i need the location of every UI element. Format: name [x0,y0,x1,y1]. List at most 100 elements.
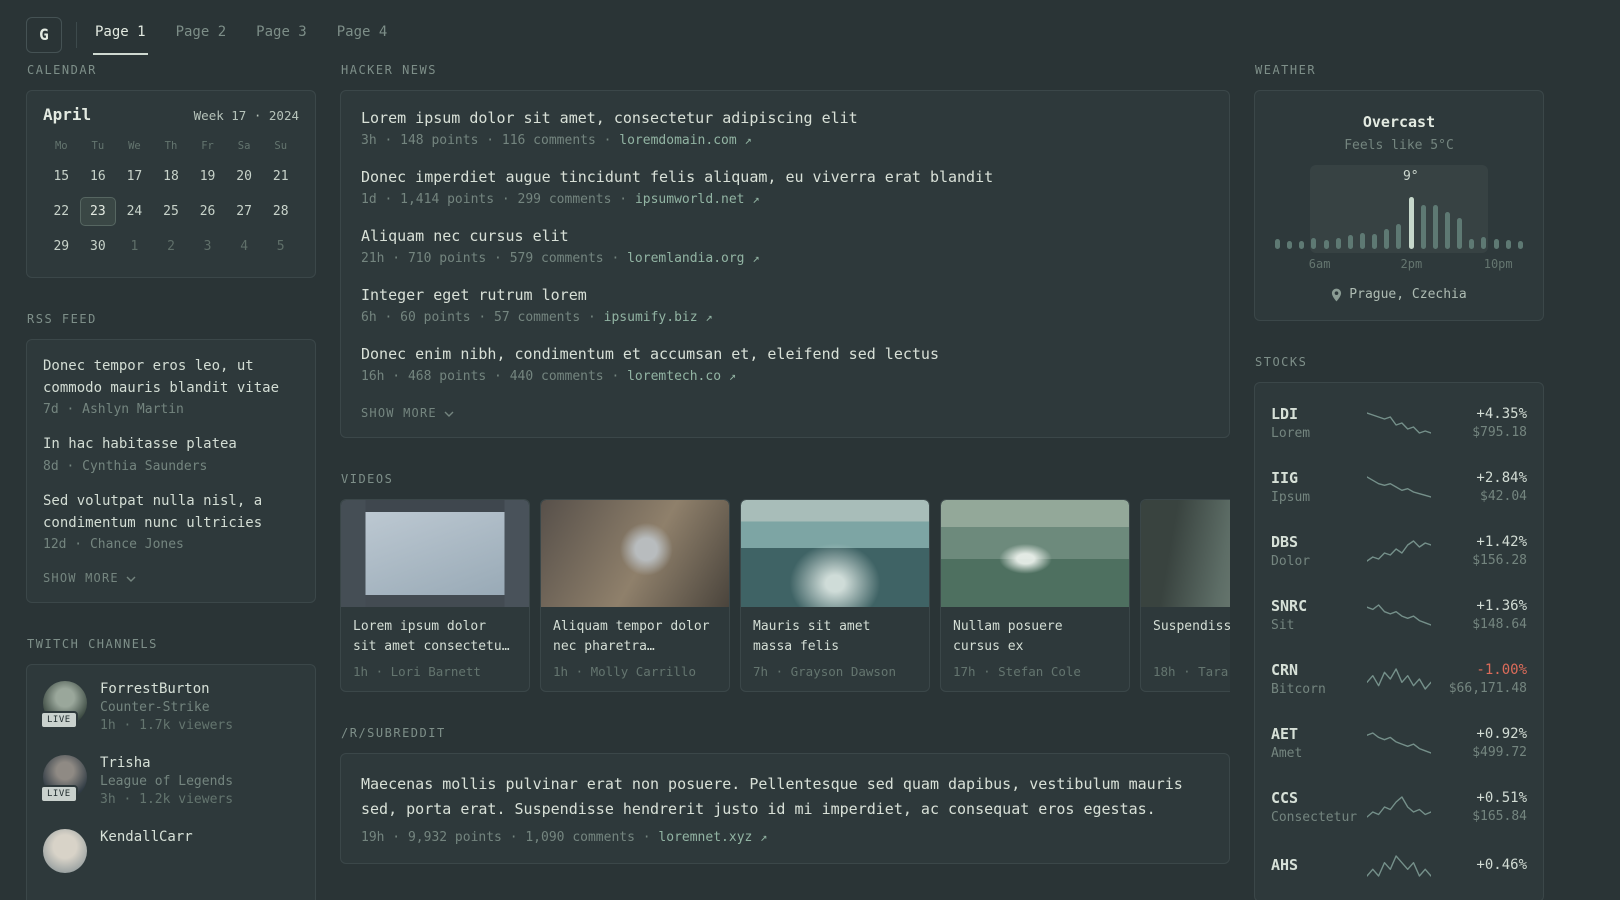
stock-price: $148.64 [1472,617,1527,632]
channel-info: KendallCarr [100,829,193,873]
live-badge: LIVE [40,785,78,804]
weather-time-label: 6am [1308,257,1331,271]
hn-source-link[interactable]: ipsumify.biz ↗ [604,310,713,325]
video-card[interactable]: Aliquam tempor dolor nec pharetra… 1h · … [540,499,730,692]
stock-row[interactable]: CRN Bitcorn -1.00% $66,171.48 [1271,647,1527,711]
calendar-day[interactable]: 3 [189,232,226,261]
stock-row[interactable]: AET Amet +0.92% $499.72 [1271,711,1527,775]
calendar-day[interactable]: 1 [116,232,153,261]
calendar-day[interactable]: 29 [43,232,80,261]
page-tab[interactable]: Page 4 [335,14,390,55]
video-card[interactable]: Suspendisse diam 18h · Tara [1140,499,1230,692]
stock-sparkline [1367,412,1431,434]
video-thumbnail [1141,500,1230,607]
stock-name: Lorem [1271,426,1311,441]
stock-name: Sit [1271,618,1295,633]
video-thumbnail [741,500,929,607]
twitch-channel[interactable]: KendallCarr [43,829,299,874]
topbar-divider [76,21,77,48]
calendar-day[interactable]: 21 [262,162,299,191]
rss-item[interactable]: Donec tempor eros leo, ut commodo mauris… [43,356,299,417]
video-card[interactable]: Nullam posuere cursus ex 17h · Stefan Co… [940,499,1130,692]
calendar-day[interactable]: 15 [43,162,80,191]
hn-source-domain: loremlandia.org [627,251,745,266]
twitch-channel[interactable]: LIVE Trisha League of Legends 3h · 1.2k … [40,755,299,807]
weather-card: Overcast Feels like 5°C 9° 6am 2pm 10pm [1254,90,1544,321]
rss-show-more-button[interactable]: SHOW MORE [43,569,136,585]
page-tab[interactable]: Page 2 [174,14,229,55]
page-tab[interactable]: Page 3 [254,14,309,55]
reddit-source-domain: loremnet.xyz [658,829,753,845]
hn-item-meta: 3h · 148 points · 116 comments · loremdo… [361,133,1209,148]
hn-item[interactable]: Donec imperdiet augue tincidunt felis al… [361,168,1209,207]
stock-id: IIG Ipsum [1271,469,1357,505]
calendar-day[interactable]: 4 [226,232,263,261]
hn-item-stats: 3h · 148 points · 116 comments · [361,133,612,148]
rss-card: Donec tempor eros leo, ut commodo mauris… [26,339,316,604]
video-card[interactable]: Mauris sit amet massa felis 7h · Grayson… [740,499,930,692]
stock-row[interactable]: LDI Lorem +4.35% $795.18 [1271,391,1527,455]
hn-item[interactable]: Aliquam nec cursus elit 21h · 710 points… [361,227,1209,266]
hn-show-more-button[interactable]: SHOW MORE [361,404,454,420]
hn-source-domain: ipsumworld.net [634,192,745,207]
stock-id: SNRC Sit [1271,597,1357,633]
calendar-day[interactable]: 16 [80,162,117,191]
rss-show-more-label: SHOW MORE [43,571,119,586]
hn-item[interactable]: Donec enim nibh, condimentum et accumsan… [361,345,1209,384]
hn-item-meta: 6h · 60 points · 57 comments · ipsumify.… [361,310,1209,325]
calendar-day[interactable]: 17 [116,162,153,191]
stock-ticker: CRN [1271,661,1299,679]
calendar-day[interactable]: 2 [153,232,190,261]
hn-source-link[interactable]: loremdomain.com ↗ [619,133,751,148]
stock-numbers: -1.00% $66,171.48 [1441,662,1527,696]
calendar-day[interactable]: 27 [226,197,263,226]
stock-row[interactable]: DBS Dolor +1.42% $156.28 [1271,519,1527,583]
calendar-day[interactable]: 25 [153,197,190,226]
calendar-day[interactable]: 20 [226,162,263,191]
hn-source-link[interactable]: loremlandia.org ↗ [627,251,759,266]
stock-ticker: SNRC [1271,597,1308,615]
stock-change: +2.84% [1476,470,1527,486]
page-tab-label: Page 2 [175,24,227,40]
hn-source-link[interactable]: loremtech.co ↗ [627,369,736,384]
stock-sparkline [1367,604,1431,626]
calendar-day[interactable]: 30 [80,232,117,261]
rss-item[interactable]: Sed volutpat nulla nisl, a condimentum n… [43,491,299,552]
stock-row[interactable]: IIG Ipsum +2.84% $42.04 [1271,455,1527,519]
twitch-channel[interactable]: LIVE ForrestBurton Counter-Strike 1h · 1… [40,681,299,733]
calendar-day[interactable]: 28 [262,197,299,226]
weather-location-text: Prague, Czechia [1349,287,1467,302]
calendar-day[interactable]: 19 [189,162,226,191]
calendar-day[interactable]: 5 [262,232,299,261]
stock-row[interactable]: AHS +0.46% [1271,839,1527,893]
calendar-day[interactable]: 23 [79,197,117,226]
stock-row[interactable]: SNRC Sit +1.36% $148.64 [1271,583,1527,647]
hn-source-domain: loremdomain.com [619,133,737,148]
live-badge: LIVE [40,711,78,730]
calendar-day[interactable]: 24 [116,197,153,226]
video-body: Suspendisse diam 18h · Tara [1141,607,1230,691]
stock-change: +1.42% [1476,534,1527,550]
stock-numbers: +2.84% $42.04 [1441,470,1527,504]
hn-item[interactable]: Integer eget rutrum lorem 6h · 60 points… [361,286,1209,325]
reddit-post[interactable]: Maecenas mollis pulvinar erat non posuer… [361,772,1209,845]
hn-item[interactable]: Lorem ipsum dolor sit amet, consectetur … [361,109,1209,148]
left-column: CALENDAR April Week 17 · 2024 Mo Tu We T… [26,63,316,900]
video-card[interactable]: Lorem ipsum dolor sit amet consectetu… 1… [340,499,530,692]
calendar-day[interactable]: 18 [153,162,190,191]
stock-ticker: CCS [1271,789,1299,807]
app-logo[interactable]: G [26,16,62,53]
stock-row[interactable]: CCS Consectetur +0.51% $165.84 [1271,775,1527,839]
videos-widget: VIDEOS Lorem ipsum dolor sit amet consec… [340,472,1230,692]
stock-numbers: +4.35% $795.18 [1441,406,1527,440]
calendar-day[interactable]: 22 [43,197,80,226]
calendar-day[interactable]: 26 [189,197,226,226]
reddit-source-link[interactable]: loremnet.xyz ↗ [658,830,767,845]
hn-source-link[interactable]: ipsumworld.net ↗ [635,192,760,207]
calendar-widget: CALENDAR April Week 17 · 2024 Mo Tu We T… [26,63,316,278]
calendar-month: April [43,105,92,124]
reddit-post-meta: 19h · 9,932 points · 1,090 comments · lo… [361,830,1209,845]
page-tab[interactable]: Page 1 [93,14,148,55]
rss-item[interactable]: In hac habitasse platea 8d · Cynthia Sau… [43,434,299,474]
channel-info: Trisha League of Legends 3h · 1.2k viewe… [100,755,233,807]
